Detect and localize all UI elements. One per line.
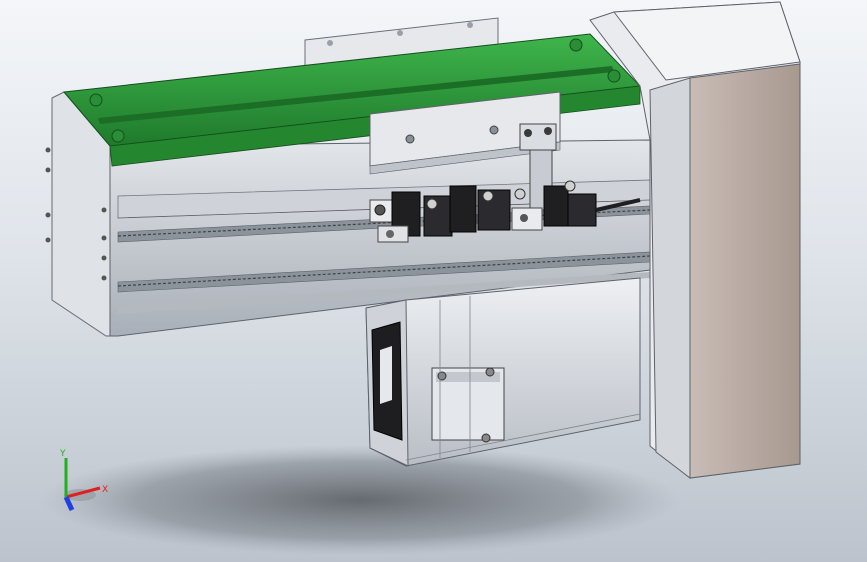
graphics-viewport[interactable]: X Y <box>0 0 867 562</box>
x-axis-label: X <box>102 485 108 495</box>
y-axis-label: Y <box>59 449 66 459</box>
sensor-bracket-1[interactable] <box>369 191 453 243</box>
servo-motor[interactable] <box>365 277 641 467</box>
ground-shadow <box>40 445 680 555</box>
cad-model-view[interactable]: X Y <box>0 0 867 562</box>
